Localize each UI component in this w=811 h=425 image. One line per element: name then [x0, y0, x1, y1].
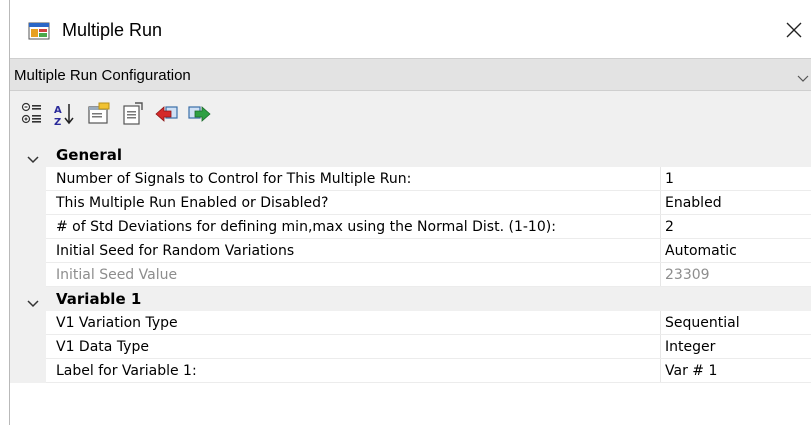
- categorized-icon: [21, 102, 41, 124]
- property-name[interactable]: # of Std Deviations for defining min,max…: [56, 219, 556, 235]
- property-row[interactable]: # of Std Deviations for defining min,max…: [10, 215, 811, 239]
- property-toolbar: A Z: [10, 91, 811, 143]
- property-row[interactable]: This Multiple Run Enabled or Disabled? E…: [10, 191, 811, 215]
- export-button[interactable]: [186, 101, 212, 127]
- property-name[interactable]: This Multiple Run Enabled or Disabled?: [56, 195, 328, 211]
- property-row-disabled: Initial Seed Value 23309: [10, 263, 811, 287]
- column-divider: [660, 191, 661, 215]
- property-pages-icon: [88, 102, 110, 124]
- column-divider: [660, 167, 661, 191]
- row-gutter: [10, 167, 46, 191]
- row-gutter: [10, 311, 46, 335]
- property-row[interactable]: V1 Variation Type Sequential: [10, 311, 811, 335]
- property-name[interactable]: V1 Variation Type: [56, 315, 178, 331]
- svg-text:Z: Z: [54, 117, 61, 127]
- property-row[interactable]: V1 Data Type Integer: [10, 335, 811, 359]
- chevron-down-icon: [797, 68, 809, 87]
- categorized-view-button[interactable]: [20, 101, 46, 127]
- property-value: 23309: [665, 267, 710, 283]
- window-title: Multiple Run: [62, 20, 163, 40]
- row-gutter: [10, 335, 46, 359]
- property-value[interactable]: Var # 1: [665, 363, 717, 379]
- export-green-arrow-icon: [188, 106, 211, 122]
- property-value[interactable]: Enabled: [665, 195, 722, 211]
- multiple-run-window: Multiple Run Multiple Run Configuration: [10, 0, 811, 425]
- column-divider: [660, 311, 661, 335]
- property-row[interactable]: Number of Signals to Control for This Mu…: [10, 167, 811, 191]
- object-selector-dropdown[interactable]: Multiple Run Configuration: [10, 58, 811, 91]
- property-grid: General Number of Signals to Control for…: [10, 143, 811, 425]
- row-gutter: [10, 191, 46, 215]
- property-window-icon: [123, 102, 143, 125]
- property-window-button[interactable]: [120, 101, 146, 127]
- row-gutter: [10, 359, 46, 383]
- collapse-chevron-icon[interactable]: [26, 150, 40, 164]
- column-divider: [660, 335, 661, 359]
- property-value[interactable]: Automatic: [665, 243, 737, 259]
- collapse-chevron-icon[interactable]: [26, 294, 40, 308]
- column-divider: [660, 263, 661, 287]
- object-selector-value: Multiple Run Configuration: [14, 67, 191, 84]
- close-icon: [786, 22, 802, 38]
- import-red-arrow-icon: [155, 106, 178, 122]
- property-value[interactable]: Integer: [665, 339, 715, 355]
- alphabetical-sort-button[interactable]: A Z: [52, 101, 78, 127]
- property-name[interactable]: Number of Signals to Control for This Mu…: [56, 171, 411, 187]
- close-button[interactable]: [775, 14, 811, 46]
- category-label: General: [56, 146, 122, 164]
- column-divider: [660, 215, 661, 239]
- row-gutter: [10, 239, 46, 263]
- row-gutter: [10, 215, 46, 239]
- column-divider: [660, 239, 661, 263]
- row-separator: [46, 382, 811, 383]
- sort-az-icon: A Z: [54, 104, 74, 127]
- property-value[interactable]: 2: [665, 219, 674, 235]
- row-gutter: [10, 263, 46, 287]
- property-name[interactable]: Initial Seed for Random Variations: [56, 243, 294, 259]
- title-bar: Multiple Run: [10, 0, 811, 58]
- property-name[interactable]: V1 Data Type: [56, 339, 149, 355]
- import-button[interactable]: [154, 101, 180, 127]
- property-name: Initial Seed Value: [56, 267, 178, 283]
- property-value[interactable]: 1: [665, 171, 674, 187]
- property-row[interactable]: Initial Seed for Random Variations Autom…: [10, 239, 811, 263]
- app-window-icon: [28, 22, 50, 40]
- category-row-general[interactable]: General: [10, 143, 811, 167]
- property-value[interactable]: Sequential: [665, 315, 740, 331]
- property-pages-button[interactable]: [86, 101, 112, 127]
- category-label: Variable 1: [56, 290, 142, 308]
- column-divider: [660, 359, 661, 383]
- property-name[interactable]: Label for Variable 1:: [56, 363, 197, 379]
- svg-text:A: A: [54, 105, 62, 116]
- category-row-variable-1[interactable]: Variable 1: [10, 287, 811, 311]
- property-row[interactable]: Label for Variable 1: Var # 1: [10, 359, 811, 383]
